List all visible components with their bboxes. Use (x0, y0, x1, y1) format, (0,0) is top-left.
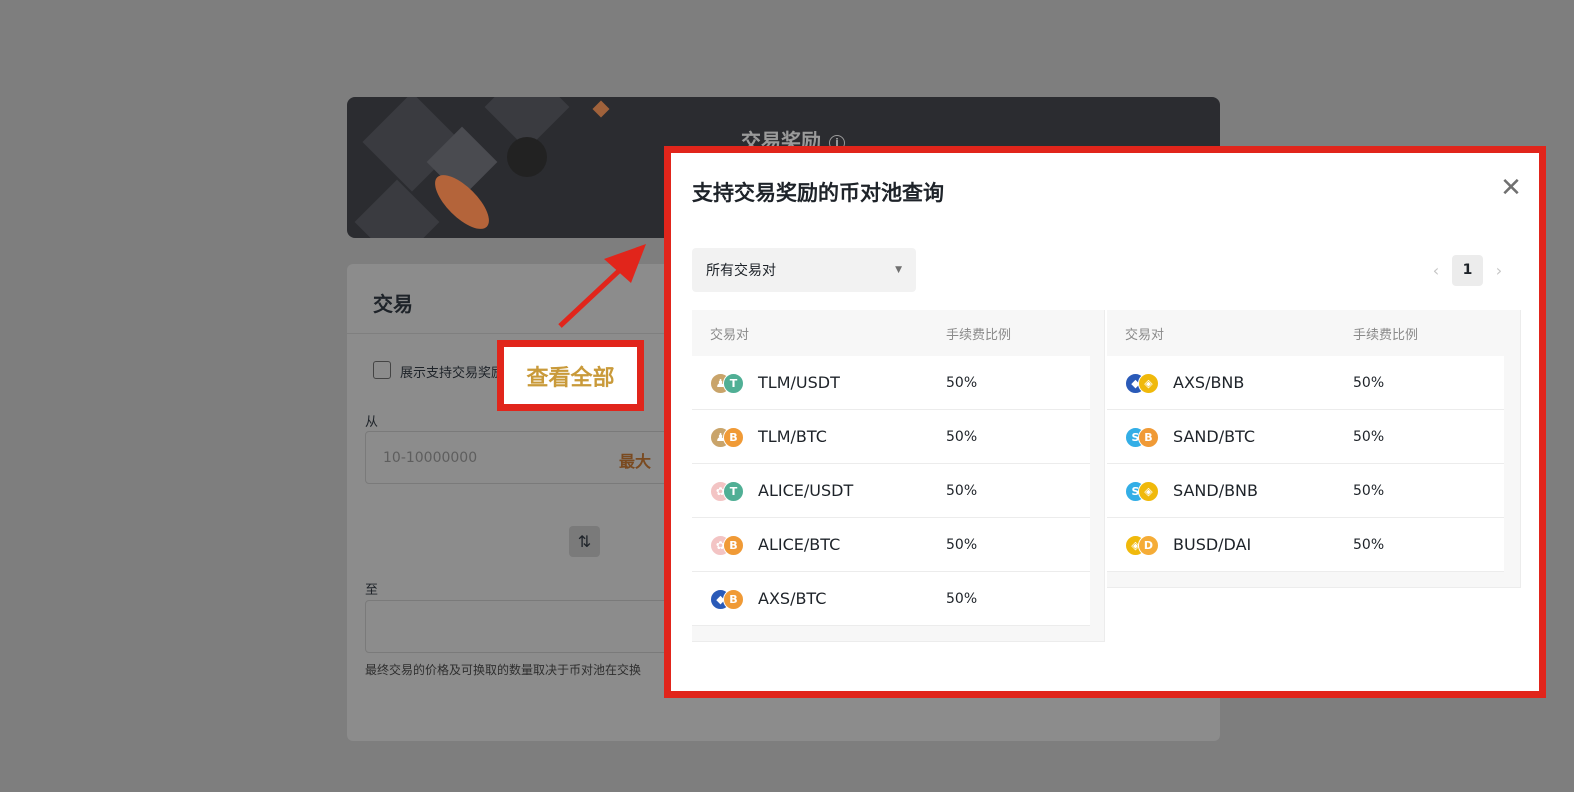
from-label: 从 (365, 415, 379, 430)
pair-cell: S ◈ SAND/BNB (1107, 479, 1353, 503)
table-header: 交易对 手续费比例 (1107, 310, 1504, 356)
table-row: ◈ D BUSD/DAI 50% (1107, 518, 1504, 572)
table-row: S B SAND/BTC 50% (1107, 410, 1504, 464)
pair-cell: ✿ B ALICE/BTC (692, 533, 946, 557)
to-amount-input[interactable] (365, 600, 685, 653)
pair-name: SAND/BTC (1173, 427, 1256, 446)
prev-page-icon[interactable]: ‹ (1429, 261, 1443, 280)
pair-cell: ◈ D BUSD/DAI (1107, 533, 1353, 557)
table-header: 交易对 手续费比例 (692, 310, 1090, 356)
pair-table-left: 交易对 手续费比例 ♟ T TLM/USDT 50% ♟ B TLM/BTC 50% ✿ T ALI… (692, 310, 1105, 642)
table-row: ♟ B TLM/BTC 50% (692, 410, 1090, 464)
pair-column-header: 交易对 (710, 327, 750, 343)
usdt-icon: T (723, 480, 744, 502)
fee-cell: 50% (1353, 374, 1385, 391)
show-rewards-label: 展示支持交易奖励 (400, 366, 505, 381)
pair-cell: ✿ T ALICE/USDT (692, 479, 946, 503)
pair-name: AXS/BTC (758, 589, 827, 608)
show-rewards-checkbox[interactable] (373, 361, 391, 379)
pair-icons: SB (1125, 425, 1163, 449)
fee-cell: 50% (946, 590, 978, 607)
pair-filter-value: 所有交易对 (706, 263, 776, 279)
to-label: 至 (365, 583, 379, 598)
bnb-icon: ◈ (1138, 480, 1159, 502)
pair-name: ALICE/BTC (758, 535, 841, 554)
table-row: ◆ B AXS/BTC 50% (692, 572, 1090, 626)
fee-cell: 50% (1353, 536, 1385, 553)
pair-name: TLM/BTC (758, 427, 827, 446)
pair-column-header: 交易对 (1125, 327, 1165, 343)
pair-icons: ✿ B (710, 533, 748, 557)
price-note: 最终交易的价格及可换取的数量取决于币对池在交换 (365, 663, 642, 677)
pair-icons: ♟ B (710, 425, 748, 449)
pair-cell: ♟ B TLM/BTC (692, 425, 946, 449)
btc-icon: B (723, 588, 744, 610)
dai-icon: D (1138, 534, 1159, 556)
page-1-button[interactable]: 1 (1452, 255, 1483, 286)
pair-cell: S B SAND/BTC (1107, 425, 1353, 449)
table-row: ✿ T ALICE/USDT 50% (692, 464, 1090, 518)
table-row: ♟ T TLM/USDT 50% (692, 356, 1090, 410)
pair-icons: S ◈ (1125, 479, 1163, 503)
pair-icons: ♟ T (710, 371, 748, 395)
banner-decoration (354, 179, 440, 238)
pair-pool-modal: 支持交易奖励的币对池查询 ✕ 所有交易对 ▼ ‹ 1 › 交易对 手续费比例 ♟… (664, 146, 1546, 698)
fee-cell: 50% (946, 536, 978, 553)
fee-column-header: 手续费比例 (1353, 327, 1419, 343)
banner-decoration (592, 100, 610, 118)
pair-icons: ✿ T (710, 479, 748, 503)
view-all-callout: 查看全部 (497, 340, 644, 411)
pair-cell: ♟ T TLM/USDT (692, 371, 946, 395)
from-amount-input[interactable]: 10-10000000 最大 (365, 431, 685, 484)
pair-name: BUSD/DAI (1173, 535, 1252, 554)
usdt-icon: T (723, 372, 744, 394)
pair-cell: ◆ ◈ AXS/BNB (1107, 371, 1353, 395)
pagination: ‹ 1 › (1429, 255, 1506, 286)
btc-icon: B (1138, 426, 1159, 448)
fee-cell: 50% (1353, 482, 1385, 499)
pair-name: TLM/USDT (758, 373, 840, 392)
pair-cell: ◆ B AXS/BTC (692, 587, 946, 611)
pair-icons: ◆ ◈ (1125, 371, 1163, 395)
btc-icon: B (723, 426, 744, 448)
table-row: S ◈ SAND/BNB 50% (1107, 464, 1504, 518)
pair-name: ALICE/USDT (758, 481, 854, 500)
caret-down-icon: ▼ (895, 265, 902, 275)
close-icon[interactable]: ✕ (1497, 174, 1525, 202)
fee-column-header: 手续费比例 (946, 327, 1012, 343)
table-row: ◆ ◈ AXS/BNB 50% (1107, 356, 1504, 410)
banner-decoration (498, 128, 556, 186)
fee-cell: 50% (946, 482, 978, 499)
pair-icons: ◆ B (710, 587, 748, 611)
fee-cell: 50% (1353, 428, 1385, 445)
btc-icon: B (723, 534, 744, 556)
pair-name: SAND/BNB (1173, 481, 1258, 500)
table-row: ✿ B ALICE/BTC 50% (692, 518, 1090, 572)
fee-cell: 50% (946, 428, 978, 445)
pair-table-right: 交易对 手续费比例 ◆ ◈ AXS/BNB 50% S B SAND/BTC 50% S ◈ SAN… (1107, 310, 1521, 588)
fee-cell: 50% (946, 374, 978, 391)
pair-icons: ◈ D (1125, 533, 1163, 557)
max-button[interactable]: 最大 (619, 448, 651, 472)
from-amount-placeholder: 10-10000000 (383, 450, 478, 466)
modal-title: 支持交易奖励的币对池查询 (692, 181, 944, 205)
swap-card-title: 交易 (373, 292, 413, 316)
swap-direction-icon[interactable]: ⇅ (569, 526, 600, 557)
next-page-icon[interactable]: › (1492, 261, 1506, 280)
bnb-icon: ◈ (1138, 372, 1159, 394)
pair-name: AXS/BNB (1173, 373, 1245, 392)
pair-filter-select[interactable]: 所有交易对 ▼ (692, 248, 916, 292)
